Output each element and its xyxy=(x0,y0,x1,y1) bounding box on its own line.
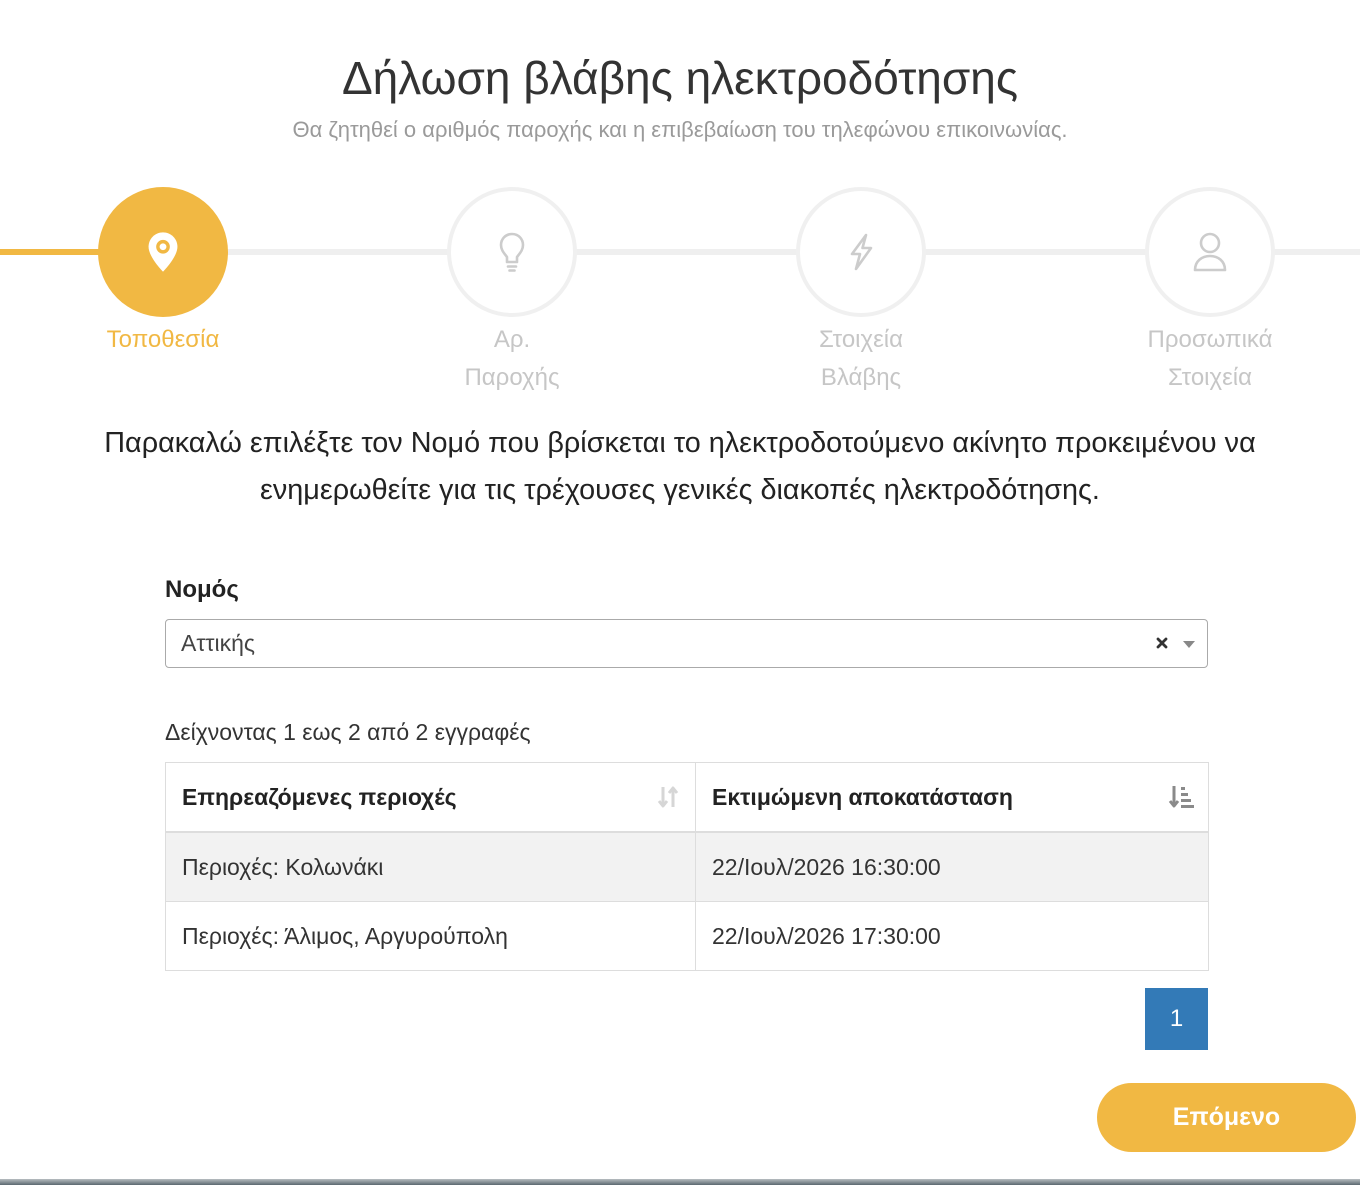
lightning-icon xyxy=(847,233,875,271)
table-row: Περιοχές: Άλιμος, Αργυρούπολη 22/Ιουλ/20… xyxy=(165,901,1209,971)
step-label-line: Στοιχεία xyxy=(1167,364,1252,391)
page-title: Δήλωση βλάβης ηλεκτροδότησης xyxy=(341,52,1019,104)
bottom-border xyxy=(0,1179,1360,1185)
table-cell-restoration: 22/Ιουλ/2026 16:30:00 xyxy=(695,831,1209,902)
step-location-label: Τοποθεσία xyxy=(53,321,273,359)
table-cell-restoration: 22/Ιουλ/2026 17:30:00 xyxy=(695,901,1209,971)
sort-amount-icon xyxy=(1168,784,1194,810)
next-button[interactable]: Επόμενο xyxy=(1097,1083,1356,1152)
prefecture-label: Νομός xyxy=(165,576,239,603)
step-label-line: Παροχής xyxy=(464,364,560,391)
table-row: Περιοχές: Κολωνάκι 22/Ιουλ/2026 16:30:00 xyxy=(165,831,1209,902)
location-pin-icon xyxy=(147,231,179,273)
step-supply-number-circle xyxy=(447,187,577,317)
table-cell-areas: Περιοχές: Άλιμος, Αργυρούπολη xyxy=(165,901,696,971)
step-personal-details-circle xyxy=(1145,187,1275,317)
outages-table: Επηρεαζόμενες περιοχές Εκτιμώμενη αποκατ… xyxy=(165,762,1209,971)
step-fault-details-label: Στοιχεία Βλάβης xyxy=(751,321,971,397)
step-personal-details-label: Προσωπικά Στοιχεία xyxy=(1100,321,1320,397)
instructions-line: Παρακαλώ επιλέξτε τον Νομό που βρίσκεται… xyxy=(104,427,1256,459)
step-label-line: Στοιχεία xyxy=(818,326,903,353)
step-label-line: Βλάβης xyxy=(820,364,902,391)
column-header-estimated-restoration[interactable]: Εκτιμώμενη αποκατάσταση xyxy=(695,762,1209,833)
step-label-line: Αρ. xyxy=(493,326,531,353)
step-label-line: Προσωπικά xyxy=(1147,326,1273,353)
step-label-line: Τοποθεσία xyxy=(106,326,220,353)
sort-both-icon xyxy=(655,784,681,810)
page-subtitle: Θα ζητηθεί ο αριθμός παροχής και η επιβε… xyxy=(292,117,1068,142)
lightbulb-icon xyxy=(498,231,526,273)
step-fault-details-circle xyxy=(796,187,926,317)
prefecture-select[interactable]: Αττικής xyxy=(165,619,1208,668)
table-cell-areas: Περιοχές: Κολωνάκι xyxy=(165,831,696,902)
column-header-affected-areas[interactable]: Επηρεαζόμενες περιοχές xyxy=(165,762,696,833)
prefecture-selected-value: Αττικής xyxy=(181,630,255,656)
pagination-page-1[interactable]: 1 xyxy=(1145,988,1208,1050)
instructions-line: ενημερωθείτε για τις τρέχουσες γενικές δ… xyxy=(260,474,1100,506)
step-location-circle xyxy=(98,187,228,317)
instructions-text: Παρακαλώ επιλέξτε τον Νομό που βρίσκεται… xyxy=(0,420,1360,514)
clear-icon[interactable] xyxy=(1155,636,1169,650)
person-icon xyxy=(1190,231,1230,273)
chevron-down-icon[interactable] xyxy=(1183,641,1195,648)
column-header-label: Εκτιμώμενη αποκατάσταση xyxy=(712,783,1013,810)
table-info: Δείχνοντας 1 εως 2 από 2 εγγραφές xyxy=(165,719,531,745)
step-supply-number-label: Αρ. Παροχής xyxy=(402,321,622,397)
column-header-label: Επηρεαζόμενες περιοχές xyxy=(182,783,457,810)
table-header-row: Επηρεαζόμενες περιοχές Εκτιμώμενη αποκατ… xyxy=(165,762,1209,833)
